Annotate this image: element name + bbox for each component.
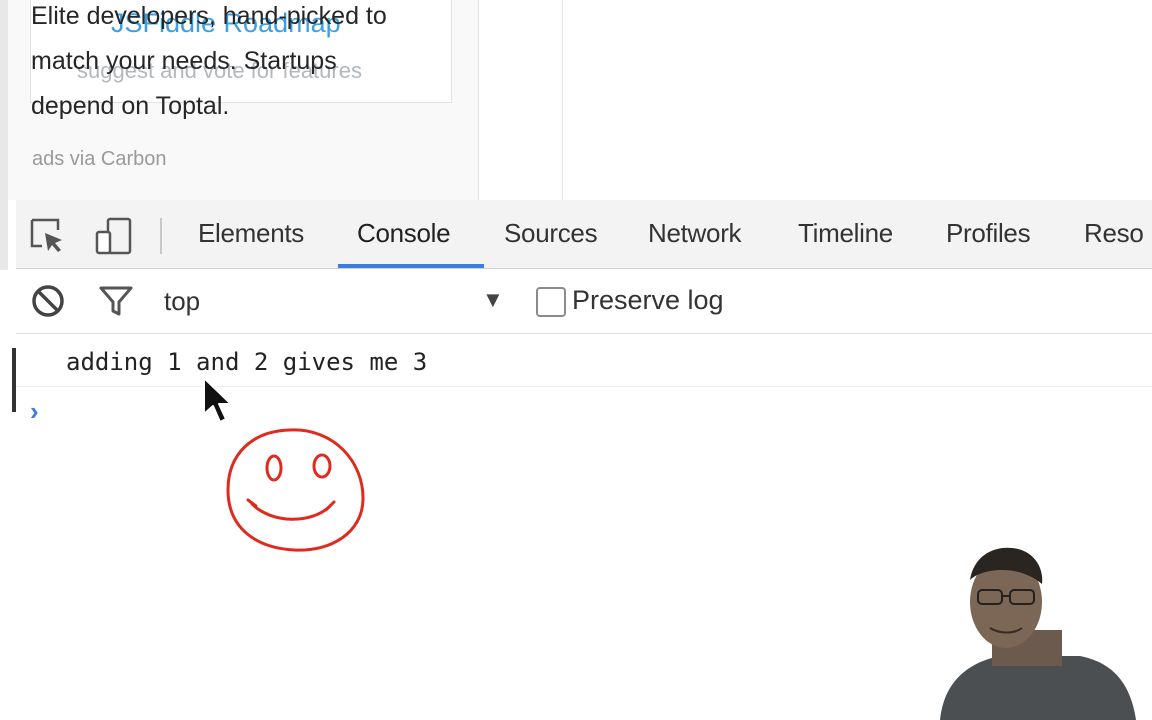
webcam-overlay <box>930 540 1152 720</box>
device-mode-icon[interactable] <box>94 216 134 256</box>
tab-sources[interactable]: Sources <box>504 218 598 266</box>
tab-network[interactable]: Network <box>648 218 742 266</box>
filter-icon[interactable] <box>98 283 134 319</box>
preserve-log-label[interactable]: Preserve log <box>572 285 724 316</box>
page-content-area: JSFiddle Roadmap suggest and vote for fe… <box>0 0 1152 200</box>
tab-elements[interactable]: Elements <box>198 218 304 266</box>
console-toolbar: top ▼ Preserve log <box>16 269 1152 334</box>
clear-console-icon[interactable] <box>30 283 66 319</box>
active-tab-indicator <box>338 264 484 268</box>
window-edge <box>0 0 8 270</box>
inspect-element-icon[interactable] <box>28 216 68 256</box>
smiley-doodle <box>226 428 365 552</box>
mouse-cursor-icon <box>203 377 232 423</box>
console-prompt[interactable]: › <box>30 396 39 427</box>
tab-console[interactable]: Console <box>357 218 451 266</box>
ad-line-1: Elite developers, hand-picked to <box>31 2 387 30</box>
tab-timeline[interactable]: Timeline <box>798 218 893 266</box>
tab-profiles[interactable]: Profiles <box>946 218 1031 266</box>
ads-via-carbon-link[interactable]: ads via Carbon <box>32 148 167 171</box>
dropdown-arrow-icon[interactable]: ▼ <box>482 287 504 313</box>
console-message: adding 1 and 2 gives me 3 <box>12 338 1152 412</box>
preserve-log-checkbox[interactable] <box>536 287 566 317</box>
result-pane <box>562 0 1152 200</box>
tab-resources[interactable]: Reso <box>1084 218 1144 266</box>
selection-marker <box>12 348 16 412</box>
execution-context-select[interactable]: top <box>164 286 200 317</box>
ad-line-3: depend on Toptal. <box>31 92 230 120</box>
toolbar-divider <box>160 218 162 254</box>
carbon-ad-text[interactable]: Elite developers, hand-picked to match y… <box>31 0 461 129</box>
devtools-tab-bar: Elements Console Sources Network Timelin… <box>16 200 1152 269</box>
ad-line-2: match your needs. Startups <box>31 47 337 75</box>
console-message-text: adding 1 and 2 gives me 3 <box>66 348 428 376</box>
